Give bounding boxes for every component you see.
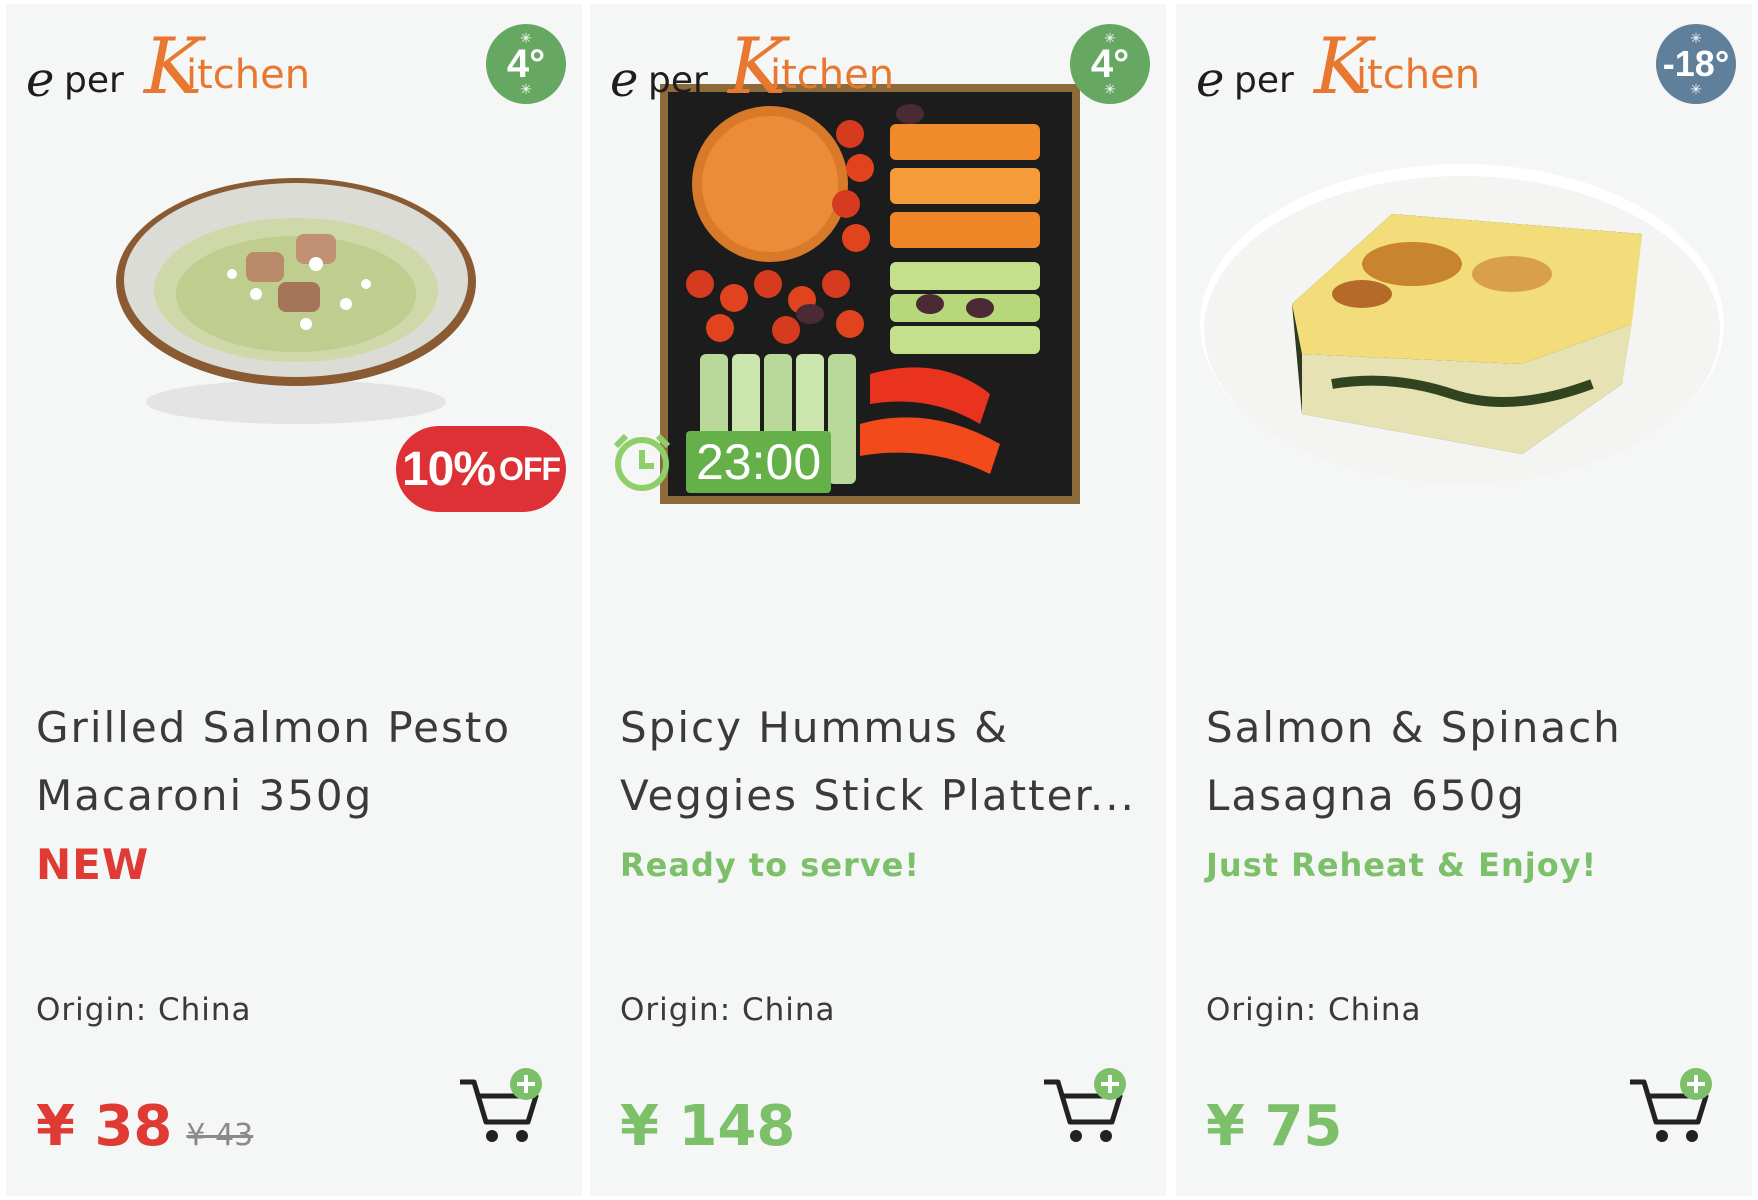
price: ¥ 38 ¥ 43 [36,1094,254,1159]
alarm-clock-icon [613,433,671,491]
price: ¥ 148 [620,1094,796,1159]
product-tagline: Just Reheat & Enjoy! [1206,846,1598,884]
original-price: ¥ 43 [186,1118,254,1153]
snowflake-icon: ✳ [1690,30,1702,46]
product-title[interactable]: Salmon & Spinach Lasagna 650g [1206,694,1726,830]
snowflake-icon: ✳ [520,81,532,97]
add-to-cart-icon[interactable] [1626,1066,1722,1148]
brand-logo: e per K itchen [1196,22,1481,112]
origin-label: Origin: China [620,992,836,1028]
snowflake-icon: ✳ [1104,81,1116,97]
add-to-cart-icon[interactable] [456,1066,552,1148]
product-card[interactable]: e per K itchen ✳ 4° ✳ 10% OFF Grilled Sal… [6,4,582,1196]
snowflake-icon: ✳ [520,30,532,46]
origin-label: Origin: China [1206,992,1422,1028]
product-card[interactable]: e per K itchen ✳ -18° ✳ Salmon & Spinach… [1176,4,1752,1196]
price: ¥ 75 [1206,1094,1343,1159]
new-tag: NEW [36,840,150,889]
brand-logo: e per K itchen [610,22,895,112]
product-title[interactable]: Spicy Hummus & Veggies Stick Platter... [620,694,1140,830]
snowflake-icon: ✳ [1690,81,1702,97]
product-tagline: Ready to serve! [620,846,920,884]
discount-badge: 10% OFF [396,426,566,512]
temperature-badge: ✳ -18° ✳ [1656,24,1736,104]
product-image[interactable] [106,164,486,434]
snowflake-icon: ✳ [1104,30,1116,46]
temperature-badge: ✳ 4° ✳ [486,24,566,104]
brand-logo: e per K itchen [26,22,311,112]
countdown-timer: 23:00 [610,430,832,494]
product-title[interactable]: Grilled Salmon Pesto Macaroni 350g [36,694,556,830]
add-to-cart-icon[interactable] [1040,1066,1136,1148]
origin-label: Origin: China [36,992,252,1028]
temperature-badge: ✳ 4° ✳ [1070,24,1150,104]
product-card[interactable]: e per K itchen ✳ 4° ✳ 23:00 Spicy Hummus… [590,4,1166,1196]
product-image[interactable] [1192,154,1732,504]
